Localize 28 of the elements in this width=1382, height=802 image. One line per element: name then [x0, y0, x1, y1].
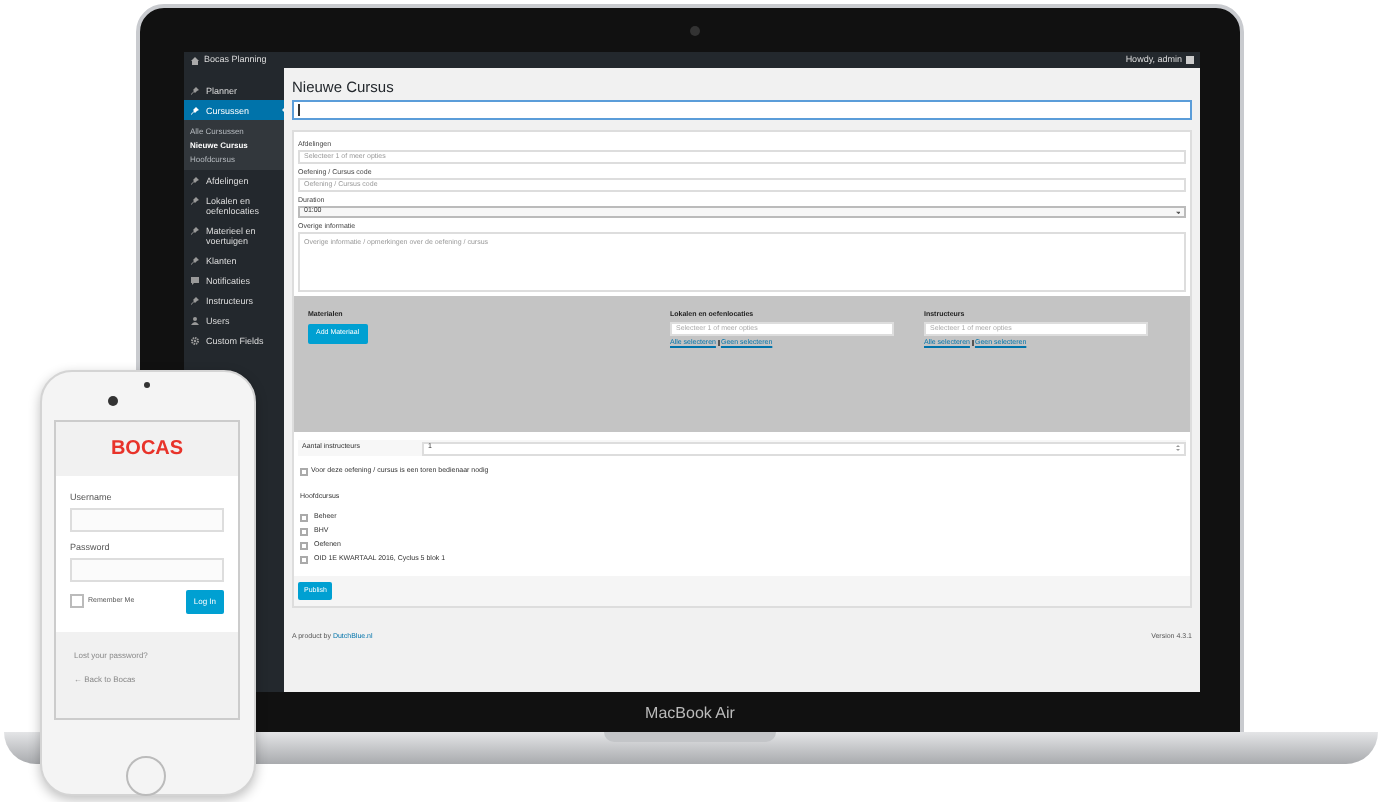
pin-icon — [190, 85, 200, 95]
logo: BOCAS — [110, 436, 184, 464]
avatar-icon — [1186, 56, 1194, 64]
username-field[interactable] — [70, 507, 224, 532]
checkbox[interactable] — [300, 555, 308, 564]
checkbox[interactable] — [300, 527, 308, 536]
title-field[interactable] — [292, 100, 1192, 120]
house-icon — [190, 55, 200, 65]
pin-icon — [190, 105, 200, 115]
text-cursor — [298, 104, 299, 116]
phone-speaker — [144, 382, 150, 388]
pin-icon — [190, 195, 200, 205]
pin-icon — [190, 255, 200, 265]
speech-bubble-icon — [190, 275, 200, 285]
laptop-label: MacBook Air — [645, 704, 735, 722]
person-icon — [190, 315, 200, 325]
front-camera-icon — [108, 396, 118, 406]
pin-icon — [190, 175, 200, 185]
password-field[interactable] — [70, 557, 224, 581]
home-button[interactable] — [126, 756, 166, 796]
pin-icon — [190, 225, 200, 235]
checkbox[interactable] — [300, 541, 308, 550]
pin-icon — [190, 295, 200, 305]
camera-icon — [690, 26, 700, 36]
checkbox[interactable] — [70, 594, 84, 608]
gear-icon — [190, 335, 200, 345]
checkbox[interactable] — [300, 468, 308, 476]
checkbox[interactable] — [300, 513, 308, 522]
